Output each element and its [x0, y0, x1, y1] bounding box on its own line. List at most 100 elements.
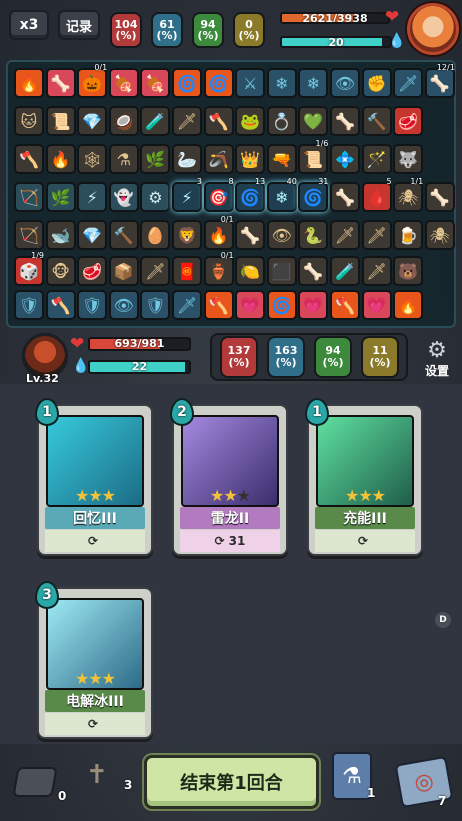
inventory-item[interactable]: 🥚 [140, 220, 171, 250]
inventory-item[interactable]: 📜 [45, 106, 76, 136]
inventory-item[interactable]: 💚 [298, 106, 329, 136]
inventory-item[interactable]: 🗡 [172, 106, 202, 136]
inventory-item[interactable]: 🛡 [14, 290, 44, 320]
inventory-item[interactable]: 🕷 [424, 220, 455, 250]
inventory-item[interactable]: ⚙ [140, 182, 171, 212]
inventory-item[interactable]: 🛡 [77, 290, 108, 320]
speed-button[interactable]: x3 [9, 10, 49, 40]
inventory-item[interactable]: ⚔ [235, 68, 266, 98]
inventory-item[interactable]: 🍖 [108, 68, 139, 98]
inventory-item[interactable]: 🌀 [266, 290, 297, 320]
inventory-item[interactable]: 🏹 [14, 220, 44, 250]
inventory-item[interactable]: 🧪 [140, 106, 171, 136]
inventory-item[interactable]: 🌿 [45, 182, 76, 212]
inventory-item[interactable]: 🌀 13 [235, 177, 266, 212]
inventory-item[interactable]: 🕸 [77, 144, 108, 174]
inventory-item[interactable]: 🔫 [266, 144, 297, 174]
inventory-item[interactable]: 🗡 [140, 256, 171, 286]
inventory-item[interactable]: 🐻 [393, 256, 424, 286]
inventory-item[interactable]: 🥩 [393, 106, 424, 136]
inventory-item[interactable]: 🎲 1/9 [14, 251, 44, 286]
inventory-item[interactable]: 🪃 [203, 144, 234, 174]
inventory-item[interactable]: 🔥 [14, 68, 44, 98]
inventory-item[interactable]: 🏹 [14, 182, 44, 212]
inventory-item[interactable]: 💗 [298, 290, 329, 320]
skill-card[interactable]: ★★★ 充能III ⟳ 1 [305, 398, 423, 556]
inventory-item[interactable]: 💍 [266, 106, 297, 136]
inventory-item[interactable]: 🐸 [235, 106, 266, 136]
inventory-item[interactable]: 🥩 [77, 256, 108, 286]
inventory-item[interactable]: 🛡 [140, 290, 171, 320]
inventory-item[interactable]: 🦴 [424, 182, 455, 212]
inventory-item[interactable]: 🐵 [45, 256, 76, 286]
side-marker[interactable]: D [435, 612, 451, 628]
inventory-item[interactable]: 🩸 5 [361, 177, 392, 212]
inventory-item[interactable]: 💗 [361, 290, 392, 320]
inventory-item[interactable]: 📜 1/6 [298, 139, 329, 174]
inventory-item[interactable]: 🐺 [393, 144, 424, 174]
inventory-item[interactable]: 💗 [235, 290, 266, 320]
grave-icon[interactable]: ✝ [86, 760, 108, 790]
inventory-item[interactable]: 🪓 [14, 144, 44, 174]
inventory-item[interactable]: 🦴 12/1 [424, 63, 455, 98]
inventory-item[interactable]: 🗡 [361, 256, 392, 286]
inventory-item[interactable]: ❄ 40 [266, 177, 297, 212]
inventory-item[interactable]: 🦴 [298, 256, 329, 286]
inventory-item[interactable]: 👁 [108, 290, 139, 320]
inventory-item[interactable]: 🔥 [45, 144, 76, 174]
inventory-item[interactable]: 🦴 [330, 182, 360, 212]
skill-card[interactable]: ★★★ 雷龙II ⟳ 31 2 [170, 398, 288, 556]
discard-pile-icon[interactable] [12, 767, 58, 797]
inventory-item[interactable]: ⚗ [108, 144, 139, 174]
inventory-item[interactable]: 🔨 [108, 220, 139, 250]
inventory-item[interactable]: 🌀 [203, 68, 234, 98]
inventory-item[interactable]: 💎 [77, 220, 108, 250]
inventory-item[interactable]: 🦴 [235, 220, 266, 250]
inventory-item[interactable]: 🔨 [361, 106, 392, 136]
inventory-item[interactable]: 👑 [235, 144, 266, 174]
inventory-item[interactable]: 🪓 [45, 290, 76, 320]
inventory-item[interactable]: 🦁 [172, 220, 202, 250]
inventory-item[interactable]: 💎 [77, 106, 108, 136]
inventory-item[interactable]: 🪓 [203, 106, 234, 136]
inventory-item[interactable]: 🗡 [393, 68, 424, 98]
inventory-item[interactable]: 🧪 [330, 256, 360, 286]
inventory-item[interactable]: 🌀 31 [298, 177, 329, 212]
inventory-item[interactable]: 🐋 [45, 220, 76, 250]
inventory-item[interactable]: 🥥 [108, 106, 139, 136]
skill-card[interactable]: ★★★ 回忆III ⟳ 1 [35, 398, 153, 556]
inventory-item[interactable]: 🍺 [393, 220, 424, 250]
inventory-item[interactable]: 🍖 [140, 68, 171, 98]
log-button[interactable]: 记录 [58, 10, 100, 40]
enemy-avatar[interactable] [407, 3, 459, 55]
inventory-item[interactable]: 👁 [266, 220, 297, 250]
inventory-item[interactable]: 🪓 [330, 290, 360, 320]
inventory-item[interactable]: ✊ [361, 68, 392, 98]
inventory-item[interactable]: ⚡ 3 [172, 177, 202, 212]
inventory-item[interactable]: 📦 [108, 256, 139, 286]
inventory-item[interactable]: ⬛ [266, 256, 297, 286]
inventory-item[interactable]: 🦴 [330, 106, 360, 136]
settings-button[interactable]: ⚙ 设置 [419, 340, 455, 380]
potion-card[interactable]: ⚗ [332, 752, 372, 800]
end-turn-button[interactable]: 结束第1回合 [144, 755, 319, 809]
skill-card[interactable]: ★★★ 电解冰III ⟳ 3 [35, 581, 153, 739]
inventory-item[interactable]: 🦢 [172, 144, 202, 174]
inventory-item[interactable]: 🐍 [298, 220, 329, 250]
inventory-item[interactable]: 🧧 [172, 256, 202, 286]
inventory-item[interactable]: 🎯 8 [203, 177, 234, 212]
inventory-item[interactable]: 🕷 1/1 [393, 177, 424, 212]
inventory-item[interactable]: 🌿 [140, 144, 171, 174]
inventory-item[interactable]: 🌀 [172, 68, 202, 98]
inventory-item[interactable]: ❄ [266, 68, 297, 98]
inventory-item[interactable]: 🗡 [330, 220, 360, 250]
inventory-item[interactable]: 🔥 [393, 290, 424, 320]
inventory-item[interactable]: 🎃 0/1 [77, 63, 108, 98]
inventory-item[interactable]: 👁 [330, 68, 360, 98]
inventory-item[interactable]: 🗡 [361, 220, 392, 250]
inventory-item[interactable]: 🪄 [361, 144, 392, 174]
inventory-item[interactable]: 🐱 [14, 106, 44, 136]
inventory-item[interactable]: 🪓 [203, 290, 234, 320]
inventory-item[interactable]: 🏺 0/1 [203, 251, 234, 286]
inventory-item[interactable]: 🍋 [235, 256, 266, 286]
